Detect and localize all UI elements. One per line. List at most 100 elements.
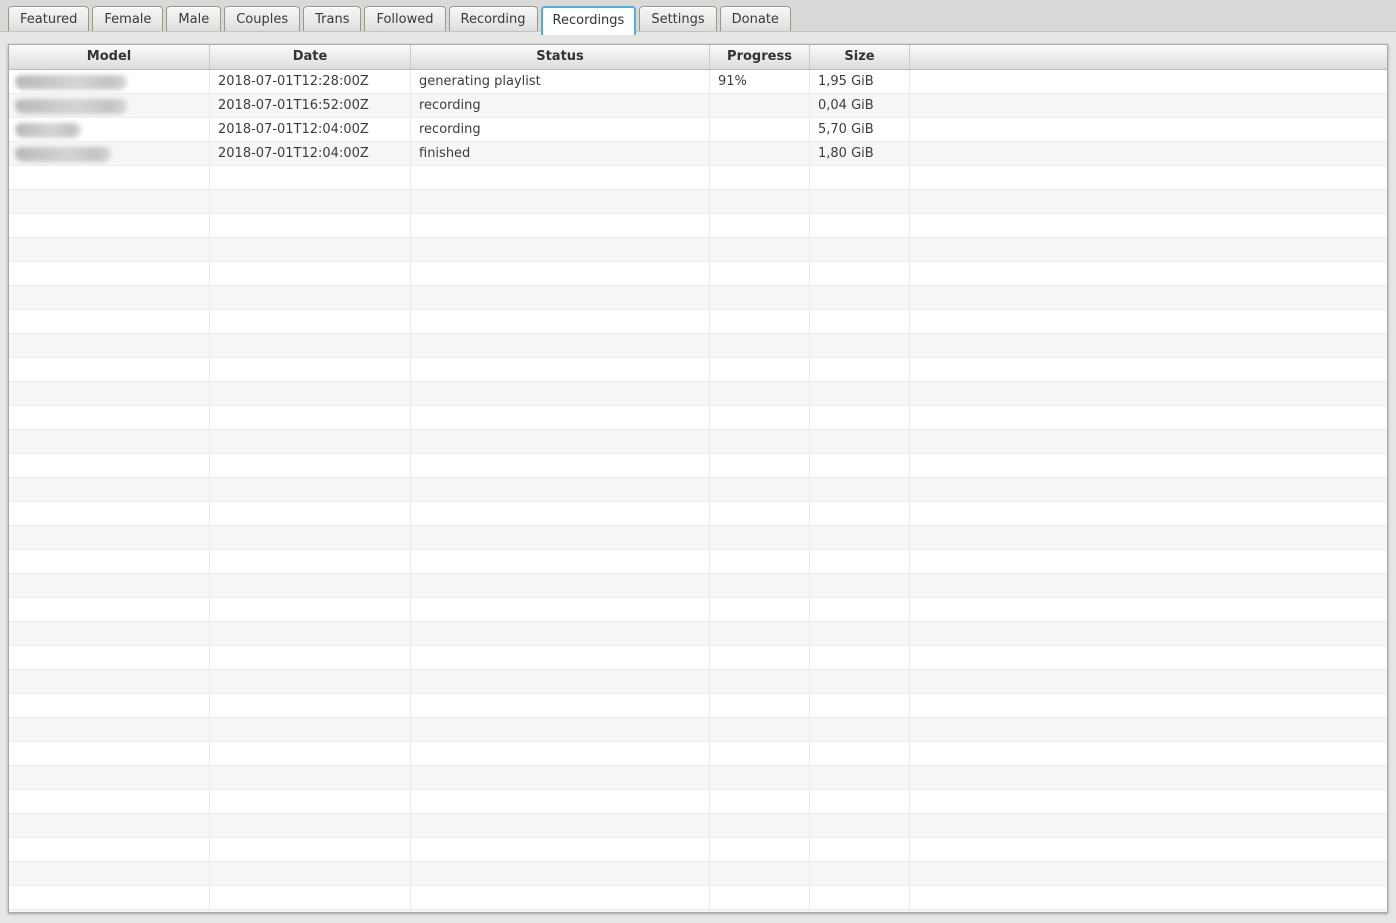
cell-date [210,310,411,333]
cell-progress [710,550,810,573]
cell-spacer [910,574,1387,597]
cell-model [9,142,210,165]
cell-status: finished [411,142,710,165]
cell-spacer [910,334,1387,357]
cell-model [9,214,210,237]
cell-date [210,670,411,693]
cell-size [810,310,910,333]
cell-spacer [910,190,1387,213]
cell-size [810,790,910,813]
cell-status [411,382,710,405]
cell-date [210,718,411,741]
cell-model [9,238,210,261]
cell-status [411,838,710,861]
tab-trans[interactable]: Trans [303,6,361,31]
tab-recordings[interactable]: Recordings [541,6,637,35]
cell-spacer [910,310,1387,333]
cell-status [411,214,710,237]
column-header-status[interactable]: Status [411,45,710,69]
cell-date [210,262,411,285]
cell-model [9,502,210,525]
table-row[interactable]: 2018-07-01T12:28:00Zgenerating playlist9… [9,70,1387,94]
tab-couples[interactable]: Couples [224,6,300,31]
cell-status [411,886,710,909]
redacted-model-name [15,99,127,112]
cell-model [9,286,210,309]
cell-progress [710,502,810,525]
cell-progress [710,646,810,669]
tab-female[interactable]: Female [92,6,163,31]
cell-size: 0,04 GiB [810,94,910,117]
cell-size [810,598,910,621]
cell-status [411,334,710,357]
tab-followed[interactable]: Followed [364,6,445,31]
cell-date [210,406,411,429]
table-row-empty [9,766,1387,790]
cell-date: 2018-07-01T12:04:00Z [210,118,411,141]
column-header-spacer[interactable] [910,45,1387,69]
cell-progress [710,862,810,885]
column-header-size[interactable]: Size [810,45,910,69]
cell-model [9,310,210,333]
cell-model [9,190,210,213]
tab-settings[interactable]: Settings [639,6,716,31]
table-row-empty [9,382,1387,406]
table-row-empty [9,478,1387,502]
table-row-empty [9,838,1387,862]
cell-size [810,694,910,717]
cell-size [810,670,910,693]
cell-spacer [910,862,1387,885]
table-row[interactable]: 2018-07-01T16:52:00Zrecording0,04 GiB [9,94,1387,118]
table-row-empty [9,190,1387,214]
tab-featured[interactable]: Featured [8,6,89,31]
table-row-empty [9,670,1387,694]
cell-model [9,526,210,549]
cell-model [9,598,210,621]
column-header-progress[interactable]: Progress [710,45,810,69]
cell-status [411,430,710,453]
cell-progress [710,670,810,693]
cell-status [411,694,710,717]
cell-date [210,358,411,381]
cell-progress [710,574,810,597]
cell-date [210,502,411,525]
cell-spacer [910,286,1387,309]
cell-model [9,670,210,693]
cell-size [810,502,910,525]
cell-spacer [910,886,1387,909]
cell-spacer [910,406,1387,429]
cell-spacer [910,94,1387,117]
table-row[interactable]: 2018-07-01T12:04:00Zfinished1,80 GiB [9,142,1387,166]
table-row-empty [9,742,1387,766]
cell-date: 2018-07-01T16:52:00Z [210,94,411,117]
cell-size [810,262,910,285]
table-row[interactable]: 2018-07-01T12:04:00Zrecording5,70 GiB [9,118,1387,142]
column-header-model[interactable]: Model [9,45,210,69]
table-row-empty [9,910,1387,912]
table-row-empty [9,502,1387,526]
cell-progress [710,838,810,861]
cell-date: 2018-07-01T12:04:00Z [210,142,411,165]
table-row-empty [9,646,1387,670]
cell-spacer [910,238,1387,261]
table-row-empty [9,214,1387,238]
cell-model [9,766,210,789]
cell-spacer [910,214,1387,237]
tab-donate[interactable]: Donate [720,6,791,31]
cell-progress [710,334,810,357]
cell-size [810,478,910,501]
table-body: 2018-07-01T12:28:00Zgenerating playlist9… [9,70,1387,912]
cell-spacer [910,526,1387,549]
column-header-date[interactable]: Date [210,45,411,69]
cell-status [411,718,710,741]
cell-spacer [910,550,1387,573]
tab-male[interactable]: Male [166,6,221,31]
cell-spacer [910,478,1387,501]
cell-size [810,358,910,381]
cell-status [411,406,710,429]
tab-recording[interactable]: Recording [449,6,538,31]
cell-spacer [910,910,1387,912]
cell-status [411,262,710,285]
cell-progress [710,694,810,717]
cell-model [9,910,210,912]
